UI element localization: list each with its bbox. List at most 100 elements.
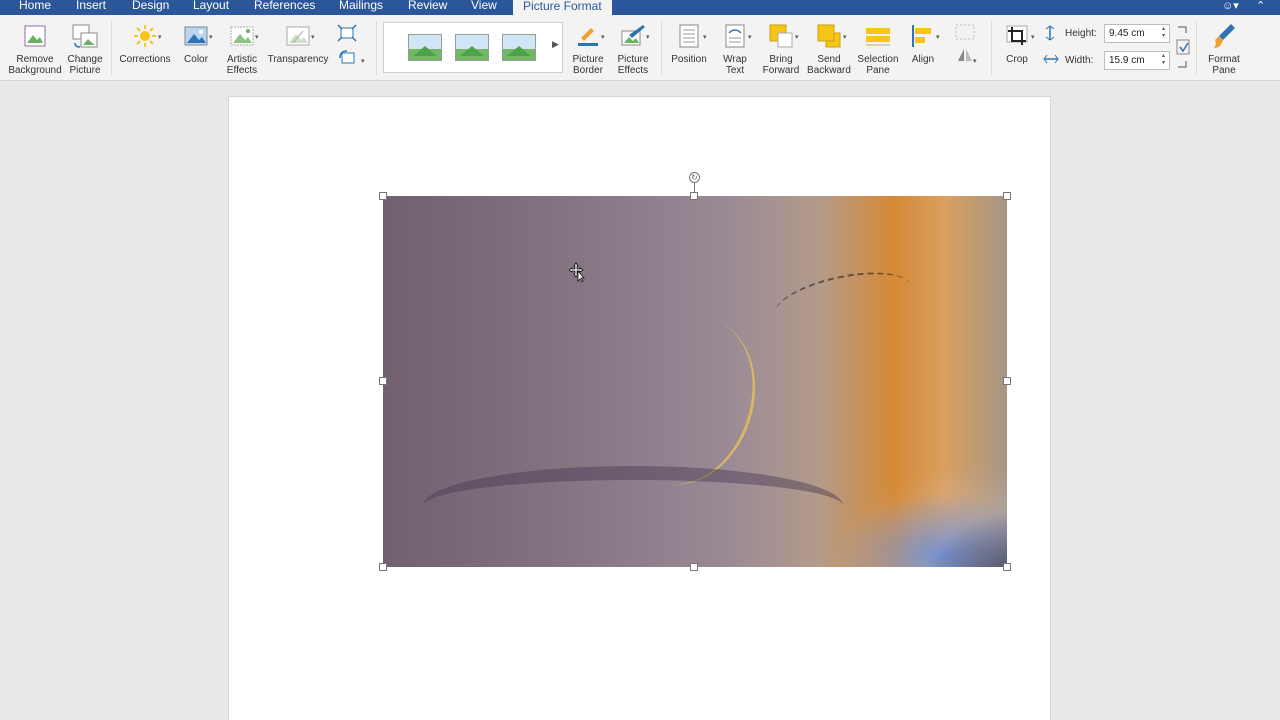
- resize-handle-top-left[interactable]: [379, 192, 387, 200]
- sun-icon: [130, 21, 160, 51]
- picture-style-thumb[interactable]: [455, 34, 489, 61]
- selection-pane-icon: [863, 21, 893, 51]
- artistic-effects-label: Artistic Effects: [226, 54, 258, 76]
- tab-references[interactable]: References: [254, 0, 315, 15]
- tab-home[interactable]: Home: [19, 0, 51, 15]
- tab-insert[interactable]: Insert: [76, 0, 106, 15]
- width-stepper[interactable]: ▴ ▾: [1162, 53, 1165, 67]
- format-pane-button[interactable]: Format Pane: [1204, 15, 1244, 76]
- chevron-down-icon[interactable]: ▾: [973, 57, 977, 65]
- resize-handle-bottom[interactable]: [690, 563, 698, 571]
- ribbon: Remove Background Change Picture Correct…: [0, 15, 1280, 81]
- resize-handle-top-right[interactable]: [1003, 192, 1011, 200]
- paintbrush-icon: [1209, 21, 1239, 51]
- picture-style-thumb[interactable]: [502, 34, 536, 61]
- transparency-button[interactable]: Transparency: [267, 15, 329, 65]
- height-icon: [1043, 25, 1057, 44]
- tab-mailings[interactable]: Mailings: [339, 0, 383, 15]
- reset-picture-button[interactable]: [335, 37, 359, 67]
- remove-background-label: Remove Background: [8, 54, 62, 76]
- bring-forward-icon: [766, 21, 796, 51]
- position-label: Position: [671, 54, 707, 65]
- move-cursor-icon: [568, 262, 585, 283]
- chevron-down-icon[interactable]: ▾: [646, 33, 650, 41]
- chevron-down-icon[interactable]: ▾: [601, 33, 605, 41]
- chevron-down-icon[interactable]: ▾: [843, 33, 847, 41]
- lock-aspect-ratio-icon[interactable]: [1176, 25, 1190, 74]
- height-input[interactable]: 9.45 cm: [1104, 24, 1170, 43]
- color-label: Color: [184, 54, 208, 65]
- format-pane-label: Format Pane: [1208, 54, 1240, 76]
- selected-picture[interactable]: [383, 196, 1007, 567]
- picture-style-thumb[interactable]: [408, 34, 442, 61]
- resize-handle-left[interactable]: [379, 377, 387, 385]
- picture-border-button[interactable]: Picture Border: [568, 15, 608, 76]
- picture-detail: [423, 466, 843, 546]
- resize-handle-top[interactable]: [690, 192, 698, 200]
- send-backward-icon: [814, 21, 844, 51]
- ribbon-separator: [111, 21, 112, 75]
- width-label: Width:: [1065, 55, 1094, 66]
- resize-handle-right[interactable]: [1003, 377, 1011, 385]
- picture-effects-label: Picture Effects: [617, 54, 649, 76]
- gallery-expand-icon[interactable]: ▶: [552, 39, 559, 50]
- chevron-down-icon[interactable]: ▾: [1031, 33, 1035, 41]
- change-picture-button[interactable]: Change Picture: [64, 15, 106, 76]
- chevron-down-icon[interactable]: ▾: [311, 33, 315, 41]
- color-icon: [181, 21, 211, 51]
- tab-layout[interactable]: Layout: [193, 0, 229, 15]
- rotate-handle[interactable]: ↻: [689, 172, 700, 183]
- tab-design[interactable]: Design: [132, 0, 169, 15]
- chevron-down-icon[interactable]: ▾: [209, 33, 213, 41]
- remove-background-button[interactable]: Remove Background: [8, 15, 62, 76]
- align-label: Align: [911, 54, 935, 65]
- change-picture-label: Change Picture: [67, 54, 103, 76]
- corrections-label: Corrections: [119, 54, 171, 65]
- ribbon-tab-bar: Home Insert Design Layout References Mai…: [0, 0, 1280, 15]
- chevron-down-icon[interactable]: ▾: [748, 33, 752, 41]
- picture-detail: [769, 261, 917, 341]
- artistic-effects-button[interactable]: Artistic Effects: [220, 15, 264, 76]
- wrap-text-button[interactable]: Wrap Text: [716, 15, 754, 76]
- ribbon-separator: [376, 21, 377, 75]
- width-icon: [1043, 52, 1059, 69]
- send-backward-button[interactable]: Send Backward: [806, 15, 852, 76]
- ribbon-separator: [1196, 21, 1197, 75]
- resize-handle-bottom-left[interactable]: [379, 563, 387, 571]
- bring-forward-label: Bring Forward: [762, 54, 800, 76]
- collapse-ribbon-icon[interactable]: ⌃: [1256, 0, 1265, 15]
- tab-picture-format[interactable]: Picture Format: [513, 0, 612, 15]
- picture-effects-button[interactable]: Picture Effects: [612, 15, 654, 76]
- align-icon: [908, 21, 938, 51]
- change-picture-icon: [70, 21, 100, 51]
- chevron-down-icon[interactable]: ▾: [158, 33, 162, 41]
- position-icon: [674, 21, 704, 51]
- transparency-label: Transparency: [267, 54, 329, 65]
- picture-border-label: Picture Border: [572, 54, 604, 76]
- chevron-down-icon[interactable]: ▾: [703, 33, 707, 41]
- selection-pane-button[interactable]: Selection Pane: [856, 15, 900, 76]
- remove-background-icon: [20, 21, 50, 51]
- resize-handle-bottom-right[interactable]: [1003, 563, 1011, 571]
- chevron-down-icon[interactable]: ▾: [795, 33, 799, 41]
- tab-view[interactable]: View: [471, 0, 497, 15]
- wrap-text-icon: [720, 21, 750, 51]
- smiley-icon[interactable]: ☺▾: [1222, 0, 1239, 15]
- wrap-text-label: Wrap Text: [723, 54, 747, 76]
- send-backward-label: Send Backward: [807, 54, 851, 76]
- chevron-down-icon[interactable]: ▾: [255, 33, 259, 41]
- height-stepper[interactable]: ▴ ▾: [1162, 26, 1165, 40]
- reset-picture-icon: [332, 47, 362, 67]
- corrections-button[interactable]: Corrections: [118, 15, 172, 65]
- crop-icon: [1002, 21, 1032, 51]
- chevron-down-icon[interactable]: ▾: [361, 57, 365, 65]
- transparency-icon: [283, 21, 313, 51]
- ribbon-separator: [991, 21, 992, 75]
- width-input[interactable]: 15.9 cm: [1104, 51, 1170, 70]
- crop-label: Crop: [1006, 54, 1028, 65]
- chevron-down-icon[interactable]: ▾: [936, 33, 940, 41]
- bring-forward-button[interactable]: Bring Forward: [760, 15, 802, 76]
- height-label: Height:: [1065, 28, 1097, 39]
- tab-review[interactable]: Review: [408, 0, 447, 15]
- ribbon-separator: [661, 21, 662, 75]
